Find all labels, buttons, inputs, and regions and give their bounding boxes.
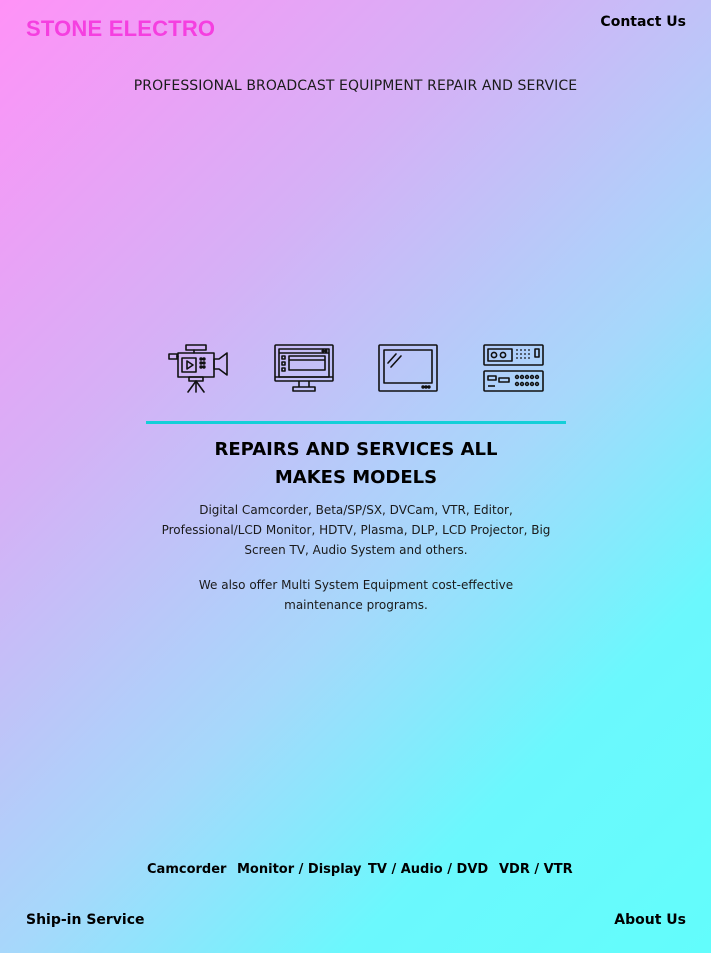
brand-logo[interactable]: STONE ELECTRO	[26, 16, 215, 42]
nav-camcorder[interactable]: Camcorder	[147, 862, 226, 877]
section-heading: REPAIRS AND SERVICES ALL MAKES MODELS	[214, 439, 498, 488]
nav-vdr-vtr[interactable]: VDR / VTR	[499, 862, 573, 877]
tagline: PROFESSIONAL BROADCAST EQUIPMENT REPAIR …	[133, 78, 578, 94]
about-us-link[interactable]: About Us	[614, 912, 686, 928]
vcr-deck-icon	[481, 341, 545, 397]
nav-tv-audio-dvd[interactable]: TV / Audio / DVD	[368, 862, 488, 877]
section-divider	[146, 421, 566, 424]
video-camera-icon	[166, 341, 230, 397]
services-description: Digital Camcorder, Beta/SP/SX, DVCam, VT…	[161, 503, 551, 557]
contact-us-link[interactable]: Contact Us	[600, 14, 686, 30]
television-icon	[376, 341, 440, 397]
computer-monitor-icon	[271, 341, 335, 397]
nav-monitor-display[interactable]: Monitor / Display	[237, 862, 362, 877]
service-icons	[0, 341, 711, 397]
maintenance-description: We also offer Multi System Equipment cos…	[198, 578, 514, 612]
category-nav: Camcorder Monitor / Display TV / Audio /…	[0, 862, 711, 882]
ship-in-service-link[interactable]: Ship-in Service	[26, 912, 145, 928]
